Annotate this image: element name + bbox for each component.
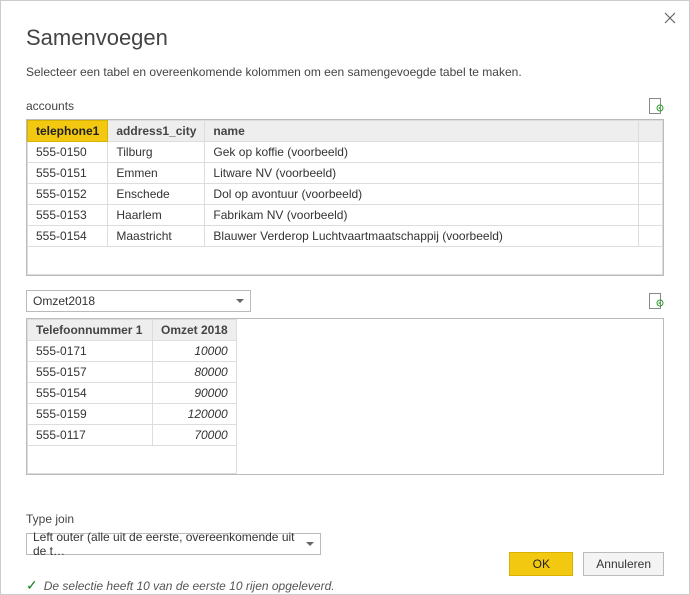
ok-button[interactable]: OK (509, 552, 573, 576)
cell: 80000 (153, 362, 237, 383)
merge-dialog: Samenvoegen Selecteer een tabel en overe… (0, 0, 690, 595)
column-header-omzet2018[interactable]: Omzet 2018 (153, 320, 237, 341)
expand-table1-icon[interactable] (648, 97, 664, 115)
table-row[interactable]: 555-0117 70000 (28, 425, 237, 446)
table1-label: accounts (26, 99, 74, 113)
cell: 555-0153 (28, 205, 108, 226)
cell: Enschede (108, 184, 205, 205)
check-icon: ✓ (26, 577, 38, 594)
dialog-title: Samenvoegen (26, 25, 664, 51)
cell: 555-0171 (28, 341, 153, 362)
chevron-down-icon (236, 299, 244, 303)
cell: Emmen (108, 163, 205, 184)
cell: 10000 (153, 341, 237, 362)
column-header-name[interactable]: name (205, 121, 639, 142)
cell: 555-0159 (28, 404, 153, 425)
cell: Dol op avontuur (voorbeeld) (205, 184, 639, 205)
cell: Haarlem (108, 205, 205, 226)
cell: Litware NV (voorbeeld) (205, 163, 639, 184)
table-row[interactable]: 555-0152 Enschede Dol op avontuur (voorb… (28, 184, 663, 205)
cancel-button[interactable]: Annuleren (583, 552, 664, 576)
cell: 555-0150 (28, 142, 108, 163)
table-row[interactable]: 555-0171 10000 (28, 341, 237, 362)
table-row[interactable]: 555-0150 Tilburg Gek op koffie (voorbeel… (28, 142, 663, 163)
cell: 90000 (153, 383, 237, 404)
table1-blank-row (28, 247, 663, 275)
column-header-address1_city[interactable]: address1_city (108, 121, 205, 142)
secondary-table-select[interactable]: Omzet2018 (26, 290, 251, 312)
chevron-down-icon (306, 542, 314, 546)
table2-preview: Telefoonnummer 1 Omzet 2018 555-0171 100… (26, 318, 664, 475)
table2-blank-row (28, 446, 237, 474)
table-row[interactable]: 555-0153 Haarlem Fabrikam NV (voorbeeld) (28, 205, 663, 226)
status-message: De selectie heeft 10 van de eerste 10 ri… (44, 579, 335, 593)
close-button[interactable] (661, 9, 679, 27)
table1-preview: telephone1 address1_city name 555-0150 T… (26, 119, 664, 276)
cell: Gek op koffie (voorbeeld) (205, 142, 639, 163)
cell: Tilburg (108, 142, 205, 163)
cell: 555-0151 (28, 163, 108, 184)
secondary-table-select-value: Omzet2018 (33, 294, 95, 308)
expand-table2-icon[interactable] (648, 292, 664, 310)
dialog-subtitle: Selecteer een tabel en overeenkomende ko… (26, 65, 664, 79)
cell: 70000 (153, 425, 237, 446)
cell: 555-0152 (28, 184, 108, 205)
join-type-select[interactable]: Left outer (alle uit de eerste, overeenk… (26, 533, 321, 555)
table-row[interactable]: 555-0157 80000 (28, 362, 237, 383)
cell: Maastricht (108, 226, 205, 247)
cell: 555-0117 (28, 425, 153, 446)
table1-header-spacer (638, 121, 662, 142)
table-row[interactable]: 555-0154 90000 (28, 383, 237, 404)
cell: 120000 (153, 404, 237, 425)
table1-header-row: telephone1 address1_city name (28, 121, 663, 142)
table-row[interactable]: 555-0159 120000 (28, 404, 237, 425)
table-row[interactable]: 555-0151 Emmen Litware NV (voorbeeld) (28, 163, 663, 184)
cell: 555-0157 (28, 362, 153, 383)
join-type-select-value: Left outer (alle uit de eerste, overeenk… (33, 530, 298, 558)
join-type-label: Type join (26, 512, 664, 526)
cell: 555-0154 (28, 383, 153, 404)
column-header-telephone1[interactable]: telephone1 (28, 121, 108, 142)
table2-header-row: Telefoonnummer 1 Omzet 2018 (28, 320, 237, 341)
cell: Blauwer Verderop Luchtvaartmaatschappij … (205, 226, 639, 247)
cell: 555-0154 (28, 226, 108, 247)
table-row[interactable]: 555-0154 Maastricht Blauwer Verderop Luc… (28, 226, 663, 247)
cell: Fabrikam NV (voorbeeld) (205, 205, 639, 226)
column-header-telefoonnummer1[interactable]: Telefoonnummer 1 (28, 320, 153, 341)
